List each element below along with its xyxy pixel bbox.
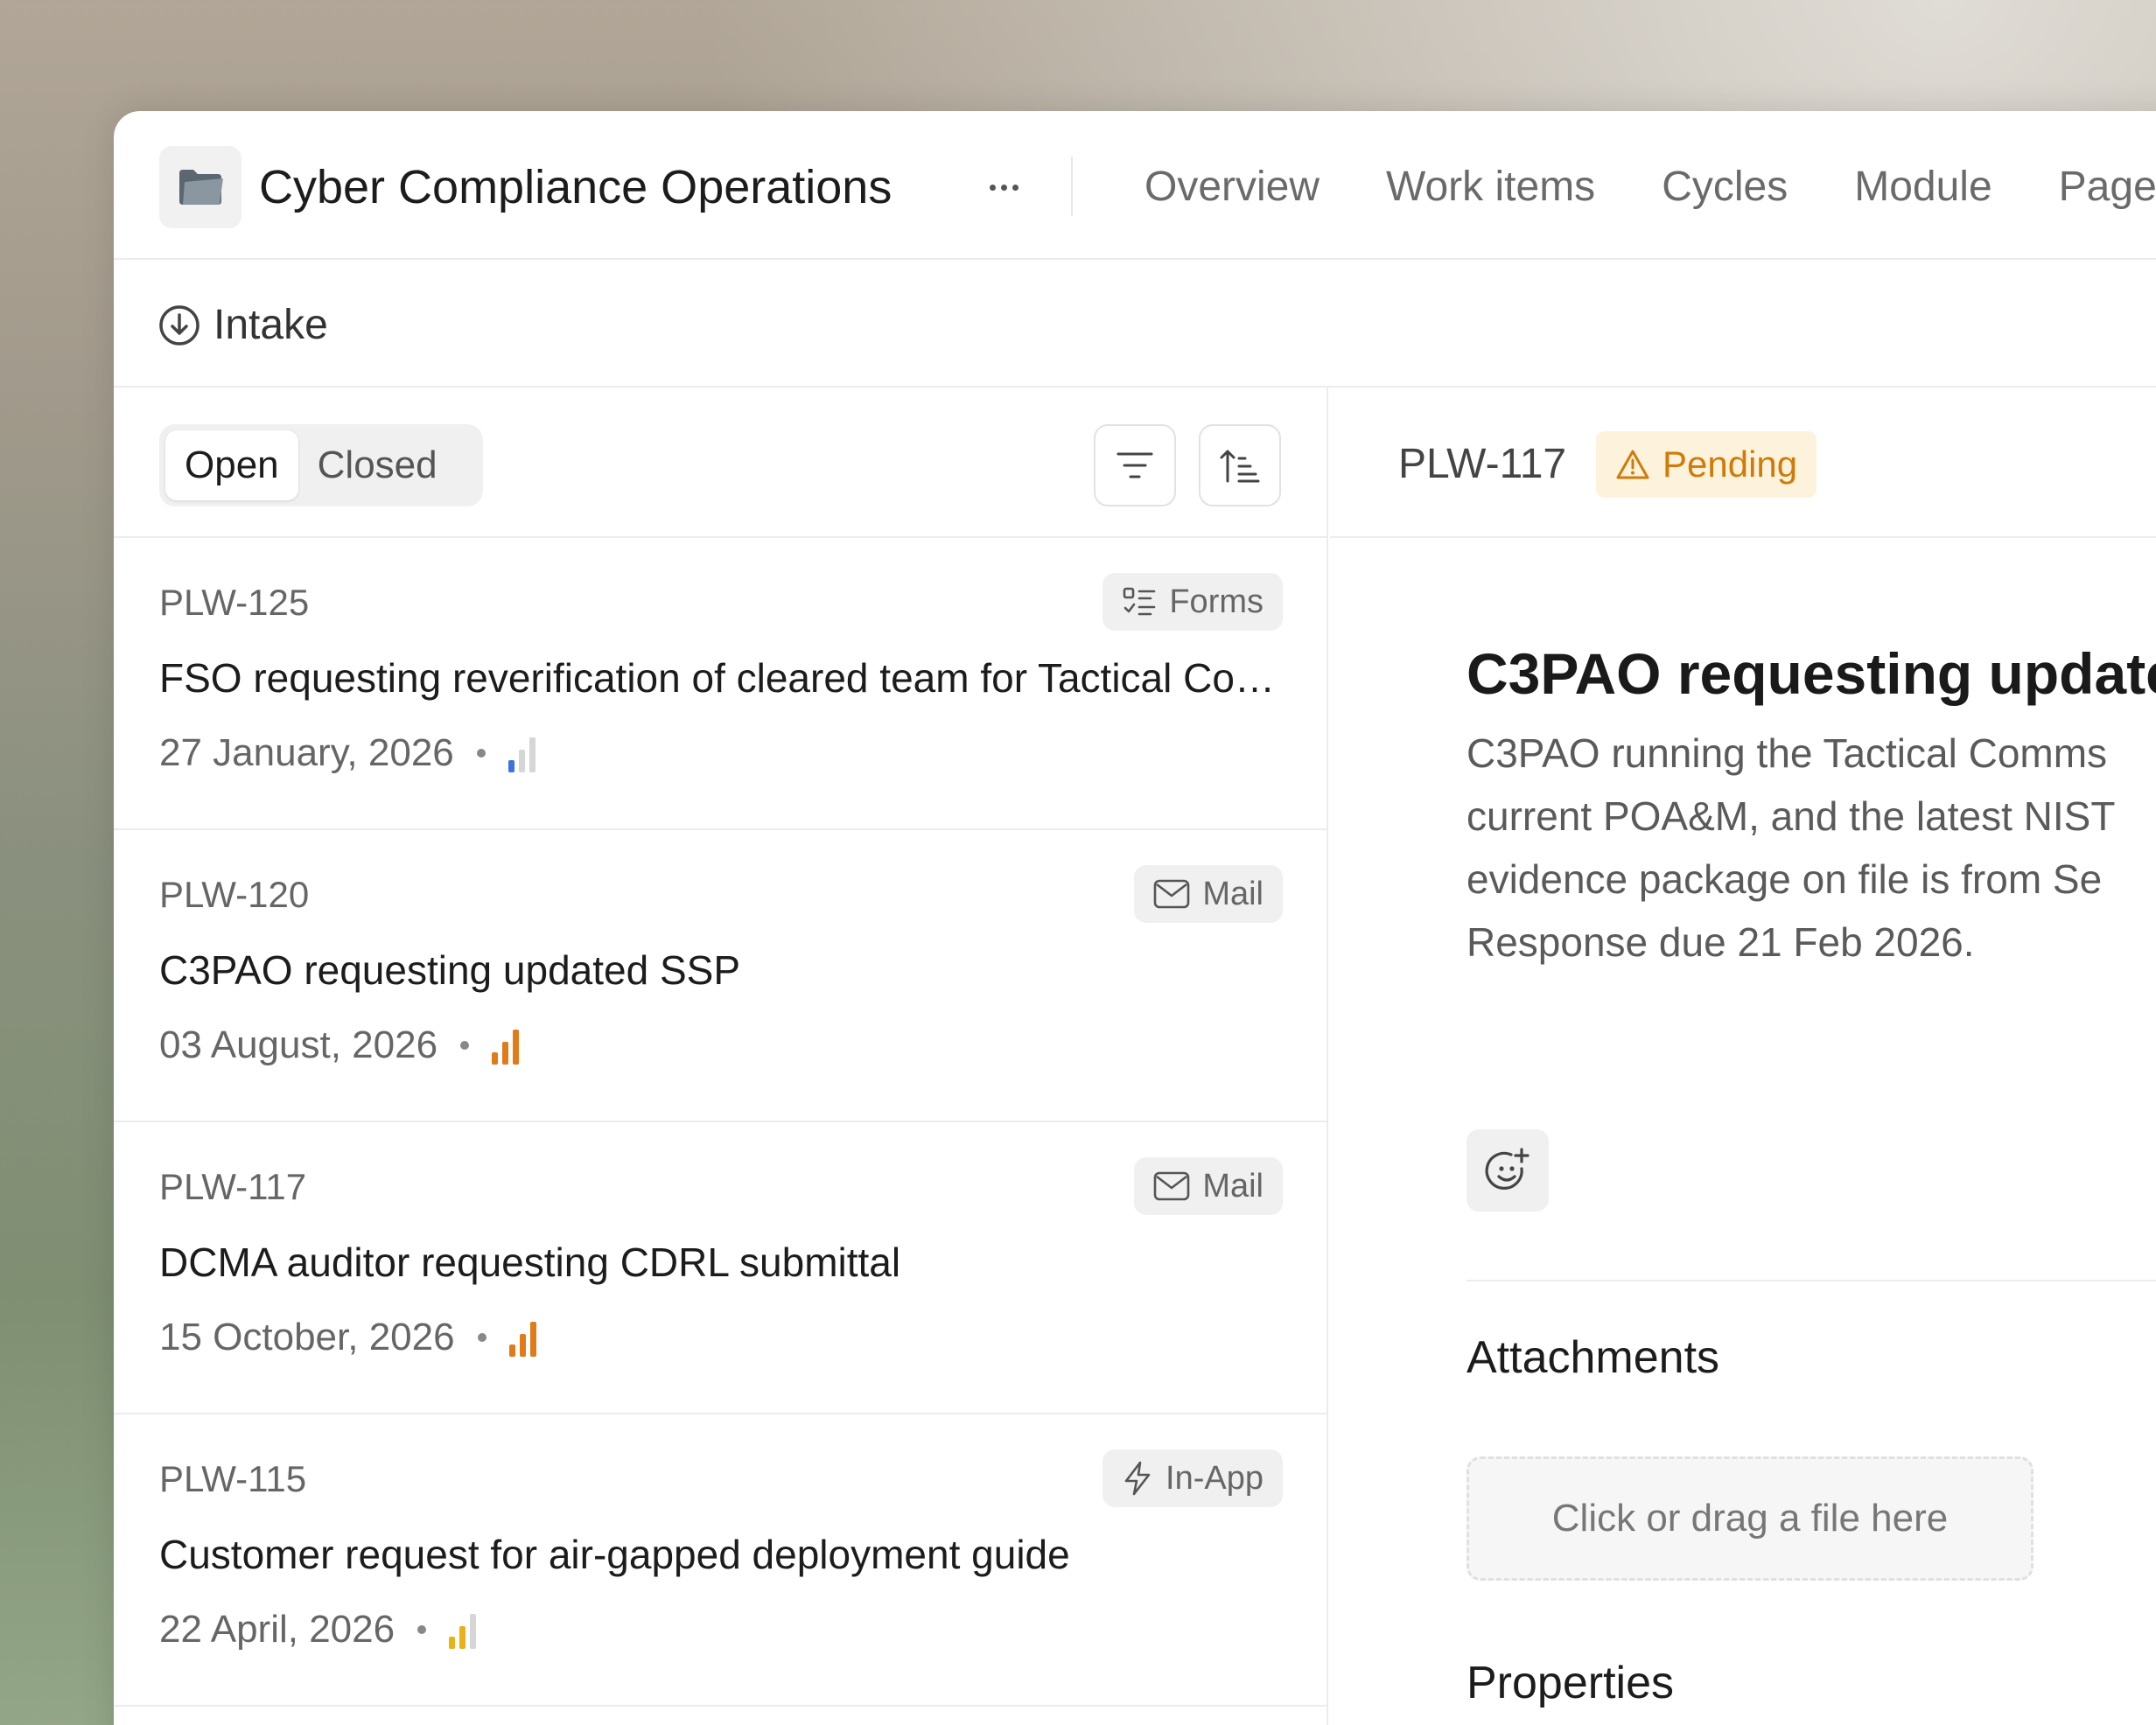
detail-pane: PLW-117 Pending C3PAO requesting updated… (1330, 388, 2156, 1725)
item-meta: 27 January, 2026 (159, 727, 536, 779)
dropzone-label: Click or drag a file here (1551, 1497, 1949, 1540)
divider (1466, 1280, 2156, 1282)
warning-icon (1616, 450, 1649, 479)
forms-icon (1124, 587, 1156, 616)
item-date: 27 January, 2026 (159, 731, 454, 774)
tab-module[interactable]: Module (1854, 157, 1992, 218)
breadcrumb: Intake (114, 260, 2156, 388)
intake-list-pane: Open Closed PLW-125 Forms FSO requesting… (114, 388, 1328, 1725)
mail-icon (1154, 1171, 1190, 1201)
item-id: PLW-115 (159, 1458, 307, 1499)
item-date: 22 April, 2026 (159, 1608, 396, 1651)
source-label: Mail (1202, 875, 1264, 912)
source-badge: Forms (1102, 573, 1283, 631)
detail-title[interactable]: C3PAO requesting updated SSP (1466, 634, 2156, 713)
detail-id: PLW-117 (1398, 441, 1567, 487)
add-reaction-button[interactable] (1466, 1129, 1549, 1212)
tab-closed[interactable]: Closed (298, 430, 457, 500)
header-divider (1071, 157, 1073, 216)
separator-dot (417, 1625, 427, 1634)
tab-work-items[interactable]: Work items (1386, 157, 1595, 218)
intake-icon (159, 305, 200, 346)
item-title: Customer request for air-gapped deployme… (159, 1532, 1070, 1577)
list-item[interactable]: PLW-125 Forms FSO requesting reverificat… (114, 538, 1328, 830)
source-label: Mail (1202, 1167, 1264, 1205)
item-id: PLW-120 (159, 874, 310, 915)
intake-items: PLW-125 Forms FSO requesting reverificat… (114, 538, 1328, 1707)
source-badge: Mail (1134, 1157, 1283, 1215)
separator-dot (476, 749, 486, 758)
attachments-heading: Attachments (1466, 1332, 1720, 1383)
item-date: 03 August, 2026 (159, 1023, 438, 1066)
sort-ascending-icon (1220, 450, 1260, 483)
item-date: 15 October, 2026 (159, 1316, 455, 1358)
separator-dot (477, 1333, 486, 1342)
source-badge: In-App (1102, 1449, 1283, 1507)
priority-high-icon[interactable] (508, 1318, 536, 1357)
item-meta: 22 April, 2026 (159, 1603, 477, 1656)
item-id: PLW-117 (159, 1166, 307, 1207)
lightning-icon (1124, 1461, 1151, 1496)
intake-label[interactable]: Intake (214, 297, 328, 354)
list-item[interactable]: PLW-117 Mail DCMA auditor requesting CDR… (114, 1122, 1328, 1414)
priority-high-icon[interactable] (492, 1026, 520, 1065)
app-window: Cyber Compliance Operations Overview Wor… (114, 111, 2156, 1725)
properties-heading: Properties (1466, 1658, 1674, 1708)
source-badge: Mail (1134, 865, 1283, 923)
source-label: Forms (1169, 583, 1264, 620)
project-nav: Overview Work items Cycles Module Pages (1144, 157, 2156, 218)
status-toggle: Open Closed (159, 424, 483, 506)
item-title: FSO requesting reverification of cleared… (159, 655, 1288, 701)
filter-icon (1116, 452, 1153, 478)
item-title: DCMA auditor requesting CDRL submittal (159, 1240, 901, 1285)
item-meta: 03 August, 2026 (159, 1019, 520, 1072)
description-line: current POA&M, and the latest NIST (1466, 793, 2116, 839)
tab-open[interactable]: Open (165, 430, 298, 500)
project-header: Cyber Compliance Operations Overview Wor… (114, 111, 2156, 260)
project-name[interactable]: Cyber Compliance Operations (259, 157, 892, 218)
priority-medium-icon[interactable] (449, 1610, 477, 1649)
status-label: Pending (1662, 443, 1798, 485)
detail-description[interactable]: C3PAO running the Tactical Comms current… (1466, 722, 2156, 974)
list-toolbar: Open Closed (114, 388, 1328, 538)
item-title: C3PAO requesting updated SSP (159, 947, 741, 993)
item-meta: 15 October, 2026 (159, 1311, 536, 1364)
tab-cycles[interactable]: Cycles (1662, 157, 1788, 218)
add-emoji-icon (1485, 1148, 1530, 1190)
separator-dot (460, 1041, 470, 1050)
filter-button[interactable] (1094, 424, 1176, 506)
priority-low-icon[interactable] (508, 734, 536, 772)
source-label: In-App (1166, 1459, 1264, 1497)
status-badge[interactable]: Pending (1596, 431, 1817, 498)
description-line: evidence package on file is from Se (1466, 856, 2103, 902)
description-line: C3PAO running the Tactical Comms (1466, 730, 2108, 776)
item-id: PLW-125 (159, 582, 310, 623)
more-options-icon[interactable] (973, 157, 1034, 218)
tab-overview[interactable]: Overview (1144, 157, 1320, 218)
list-item[interactable]: PLW-120 Mail C3PAO requesting updated SS… (114, 830, 1328, 1122)
list-item[interactable]: PLW-115 In-App Customer request for air-… (114, 1414, 1328, 1707)
folder-icon[interactable] (159, 146, 242, 228)
sort-button[interactable] (1199, 424, 1281, 506)
tab-pages[interactable]: Pages (2059, 157, 2156, 218)
description-line: Response due 21 Feb 2026. (1466, 919, 1975, 965)
detail-header: PLW-117 Pending (1330, 388, 2156, 538)
mail-icon (1154, 879, 1190, 909)
file-dropzone[interactable]: Click or drag a file here (1466, 1456, 2034, 1581)
